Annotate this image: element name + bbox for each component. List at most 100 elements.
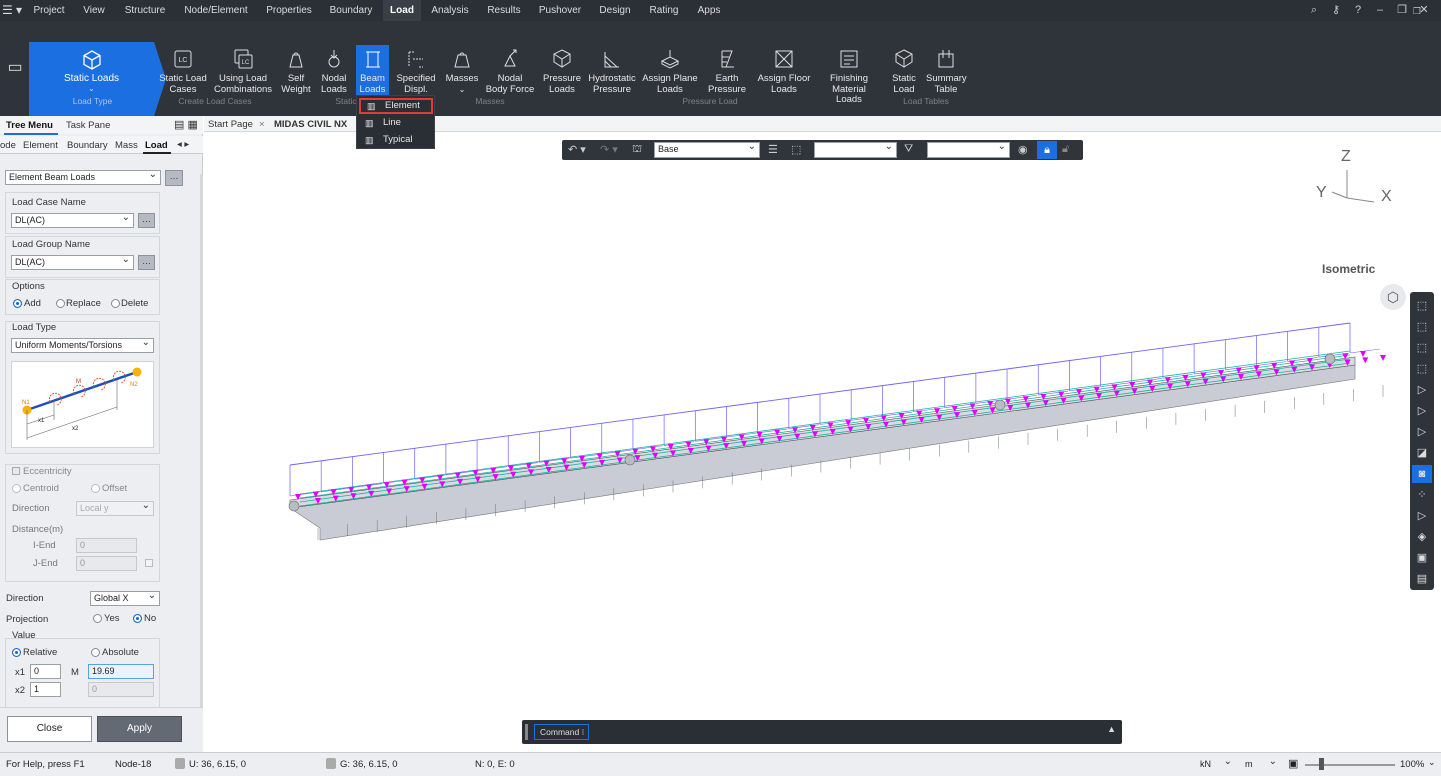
- help-icon[interactable]: ?: [1347, 0, 1369, 21]
- offset-radio[interactable]: [91, 484, 100, 493]
- load-type-select[interactable]: Element Beam Loads: [5, 168, 161, 185]
- search-icon[interactable]: ⌕: [1303, 0, 1325, 21]
- panel-scrollbar[interactable]: [200, 174, 203, 719]
- nodal-body-force-button[interactable]: Nodal Body Force: [485, 45, 535, 103]
- structure-icon[interactable]: ⛫: [632, 143, 642, 157]
- load-case-more-button[interactable]: …: [138, 213, 155, 228]
- dropdown-item-element[interactable]: ▥ Element: [359, 98, 433, 114]
- subtab-element[interactable]: Element: [23, 140, 58, 151]
- assign-plane-loads-button[interactable]: Assign Plane Loads: [642, 45, 698, 103]
- menu-analysis[interactable]: Analysis: [428, 0, 472, 21]
- select-window-icon[interactable]: ⬚: [1412, 297, 1432, 315]
- top-restore-icon[interactable]: ❐: [1413, 6, 1421, 17]
- select-all-icon[interactable]: ▷: [1412, 507, 1432, 525]
- view-select-1[interactable]: [814, 140, 897, 158]
- menu-apps[interactable]: Apps: [693, 0, 725, 21]
- panel-layout-icon[interactable]: ▤ ▦: [174, 118, 198, 131]
- zoom-dropdown-icon[interactable]: ⌄: [1428, 757, 1436, 768]
- select-attribute-icon[interactable]: ▷: [1412, 423, 1432, 441]
- load-case-select[interactable]: DL(AC): [11, 211, 134, 228]
- menu-structure[interactable]: Structure: [120, 0, 170, 21]
- subtab-load[interactable]: Load: [145, 140, 168, 151]
- eccentricity-checkbox[interactable]: [12, 467, 20, 475]
- base-select[interactable]: Base: [654, 140, 760, 158]
- tab-start-page[interactable]: Start Page: [208, 119, 253, 130]
- zoom-slider-handle[interactable]: [1319, 758, 1324, 770]
- iend-input[interactable]: 0: [76, 538, 137, 553]
- dropdown-item-typical[interactable]: ▥ Typical: [359, 132, 433, 148]
- select-previous-icon[interactable]: ◪: [1412, 444, 1432, 462]
- nodal-loads-button[interactable]: Nodal Loads: [318, 45, 350, 103]
- command-input[interactable]: [592, 724, 1102, 740]
- relative-radio[interactable]: [12, 648, 21, 657]
- active-selection-icon[interactable]: ◙: [1412, 465, 1432, 483]
- key-icon[interactable]: ⚷: [1325, 0, 1347, 21]
- select-plane-icon[interactable]: ⬚: [1412, 360, 1432, 378]
- load-group-select[interactable]: DL(AC): [11, 253, 134, 270]
- tab-midas-civil[interactable]: MIDAS CIVIL NX: [274, 119, 347, 130]
- view-cube-icon[interactable]: ⬡: [1380, 284, 1406, 310]
- length-unit-select[interactable]: m: [1241, 755, 1281, 772]
- hydrostatic-pressure-button[interactable]: Hydrostatic Pressure: [588, 45, 636, 103]
- option-add-radio[interactable]: [13, 299, 22, 308]
- x2-abs-input[interactable]: 0: [88, 682, 154, 697]
- subtab-mass[interactable]: Mass: [115, 140, 138, 151]
- tab-task-pane[interactable]: Task Pane: [66, 120, 110, 131]
- dropdown-item-line[interactable]: ▥ Line: [359, 115, 433, 131]
- subtab-node[interactable]: ode: [0, 140, 16, 151]
- earth-pressure-button[interactable]: Earth Pressure: [704, 45, 750, 103]
- pressure-loads-button[interactable]: Pressure Loads: [541, 45, 583, 103]
- select-icon[interactable]: ⬚: [791, 143, 801, 156]
- self-weight-button[interactable]: Self Weight: [280, 45, 312, 103]
- redo-icon[interactable]: ↷ ▾: [600, 143, 618, 156]
- option-replace-radio[interactable]: [56, 299, 65, 308]
- select-intersect-icon[interactable]: ⬚: [1412, 339, 1432, 357]
- menu-boundary[interactable]: Boundary: [327, 0, 375, 21]
- panel-toggle-icon[interactable]: ▭: [4, 43, 26, 93]
- summary-table-button[interactable]: Summary Table: [926, 45, 967, 103]
- unlock-icon[interactable]: 🔓︎: [1062, 143, 1069, 156]
- jend-input[interactable]: 0: [76, 556, 137, 571]
- undo-icon[interactable]: ↶ ▾: [568, 143, 586, 156]
- menu-rating[interactable]: Rating: [645, 0, 683, 21]
- direction-select[interactable]: Global X: [90, 589, 160, 606]
- beam-loads-button[interactable]: Beam Loads: [356, 45, 389, 95]
- select-by-property-icon[interactable]: ◈: [1412, 528, 1432, 546]
- menu-results[interactable]: Results: [483, 0, 525, 21]
- app-menu-icon[interactable]: ☰ ▾: [0, 0, 24, 21]
- lock-icon[interactable]: 🔒︎: [1037, 141, 1057, 159]
- drag-handle[interactable]: [525, 724, 528, 740]
- command-selector[interactable]: Command ⁝: [534, 724, 589, 740]
- menu-node-element[interactable]: Node/Element: [181, 0, 251, 21]
- chat-icon[interactable]: ◉: [1018, 143, 1028, 156]
- select-table-icon[interactable]: ▤: [1412, 570, 1432, 588]
- menu-pushover[interactable]: Pushover: [536, 0, 584, 21]
- menu-project[interactable]: Project: [30, 0, 68, 21]
- force-unit-select[interactable]: kN: [1196, 755, 1236, 772]
- x2-input[interactable]: 1: [30, 682, 61, 697]
- more-button[interactable]: …: [165, 170, 183, 186]
- m-input[interactable]: 19.69: [88, 664, 154, 679]
- projection-no-radio[interactable]: [133, 614, 142, 623]
- menu-view[interactable]: View: [79, 0, 109, 21]
- tab-scroll-arrows[interactable]: ◂ ▸: [177, 139, 189, 150]
- close-button[interactable]: Close: [7, 716, 92, 742]
- restore-icon[interactable]: ❐: [1391, 0, 1413, 21]
- apply-button[interactable]: Apply: [97, 716, 182, 742]
- static-load-table-button[interactable]: Static Load: [886, 45, 922, 103]
- expand-up-icon[interactable]: ▲: [1107, 724, 1116, 734]
- projection-yes-radio[interactable]: [93, 614, 102, 623]
- option-delete-radio[interactable]: [111, 299, 120, 308]
- select-display-icon[interactable]: ▣: [1412, 549, 1432, 567]
- view-select-2[interactable]: [927, 140, 1010, 158]
- subtab-boundary[interactable]: Boundary: [67, 140, 108, 151]
- using-load-combinations-button[interactable]: LC Using Load Combinations: [212, 45, 274, 103]
- select-volume-icon[interactable]: ▷: [1412, 381, 1432, 399]
- jend-checkbox[interactable]: [145, 559, 153, 567]
- layers-icon[interactable]: ☰: [768, 143, 778, 156]
- masses-button[interactable]: Masses ⌄: [444, 45, 480, 103]
- assign-floor-loads-button[interactable]: Assign Floor Loads: [756, 45, 812, 103]
- node-element-icon[interactable]: ⁘: [1412, 486, 1432, 504]
- tab-tree-menu[interactable]: Tree Menu: [6, 120, 53, 131]
- filter-icon[interactable]: ⛛: [904, 143, 913, 156]
